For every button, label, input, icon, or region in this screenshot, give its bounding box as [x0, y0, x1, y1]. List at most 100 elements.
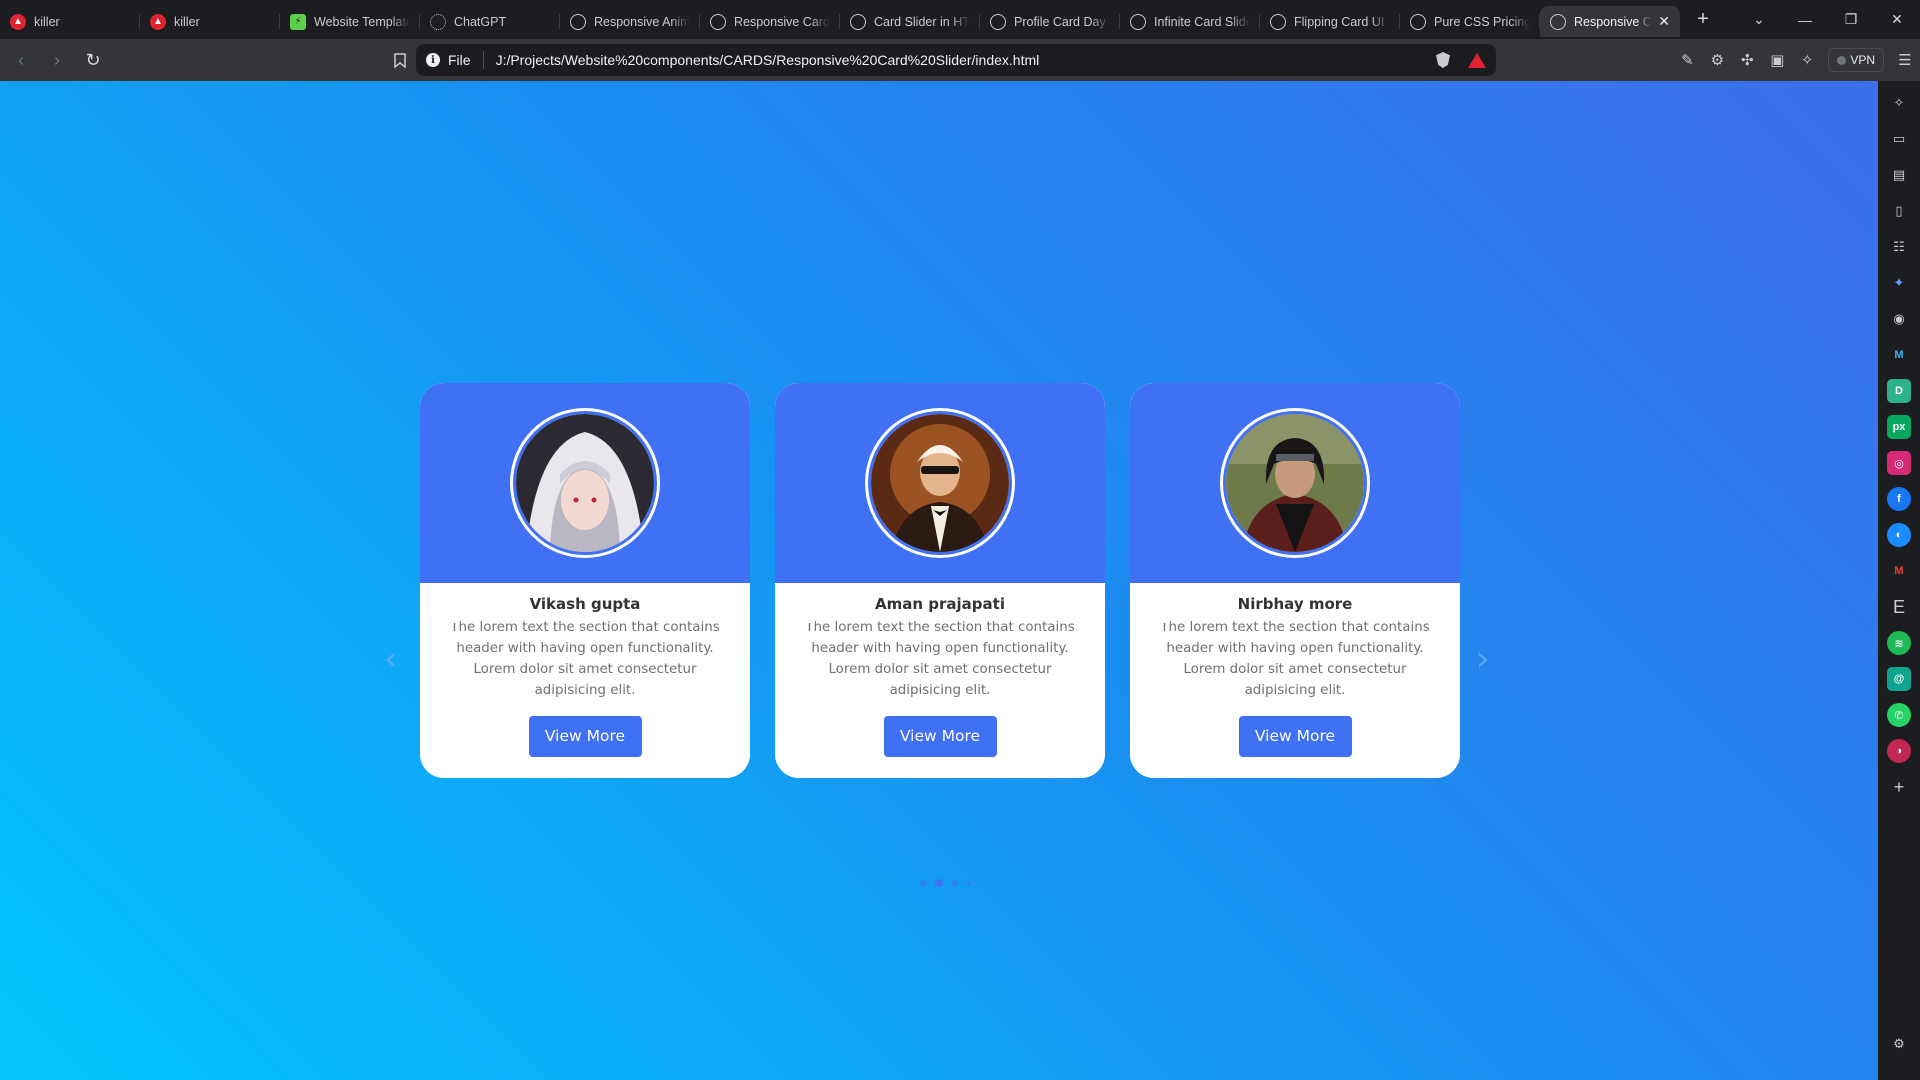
gemini-icon[interactable]: ✦ [1887, 271, 1911, 295]
tab-title: Responsive Card Slider [1574, 14, 1652, 29]
card-description: The lorem text the section that contains… [1160, 620, 1430, 698]
app-icon[interactable]: @ [1887, 667, 1911, 691]
tab[interactable]: Profile Card Day [980, 6, 1120, 37]
browser-toolbar: ‹ › ↻ i File J:/Projects/Website%20compo… [0, 39, 1920, 81]
tab[interactable]: ▲ killer [140, 6, 280, 37]
tab[interactable]: Card Slider in HTML [840, 6, 980, 37]
media-icon[interactable]: ▭ [1887, 127, 1911, 151]
pagination-dot-active[interactable] [935, 879, 943, 887]
tab-list: ▲ killer ▲ killer ⚡ Website Templates ChatG… [0, 0, 1680, 39]
whatsapp-icon[interactable]: ✆ [1887, 703, 1911, 727]
bookmark-icon[interactable] [386, 45, 414, 75]
extension-icon[interactable]: ⚙ [1702, 51, 1732, 69]
vpn-label: VPN [1850, 53, 1875, 67]
window-controls: ⌄ — ❐ ✕ [1736, 0, 1920, 39]
avatar [1220, 408, 1370, 558]
messenger-icon[interactable]: ◐ [1887, 523, 1911, 547]
leo-ai-icon[interactable]: ✧ [1792, 51, 1822, 69]
tab[interactable]: ⚡ Website Templates [280, 6, 420, 37]
vpn-button[interactable]: VPN [1828, 48, 1884, 72]
pagination-dot[interactable] [952, 880, 958, 886]
malwarebytes-icon[interactable]: M [1887, 343, 1911, 367]
pagination-dot[interactable] [967, 881, 971, 885]
prev-arrow-button[interactable]: ‹ [384, 641, 404, 677]
settings-gear-icon[interactable]: ⚙ [1887, 1032, 1911, 1056]
spotify-icon[interactable]: ≋ [1887, 631, 1911, 655]
view-more-button[interactable]: View More [883, 716, 997, 757]
puzzle-icon[interactable]: ✣ [1732, 51, 1762, 69]
tab[interactable]: ChatGPT [420, 6, 560, 37]
wallet-icon[interactable]: ▤ [1887, 163, 1911, 187]
px-icon[interactable]: px [1887, 415, 1911, 439]
leo-icon[interactable]: ✧ [1887, 91, 1911, 115]
tab-strip: ▲ killer ▲ killer ⚡ Website Templates ChatG… [0, 0, 1920, 39]
tab-search-icon[interactable]: ⌄ [1736, 11, 1782, 28]
card-body: Aman prajapati The lorem text the sectio… [775, 583, 1105, 778]
globe-icon [990, 13, 1006, 30]
brave-rewards-icon[interactable] [1468, 52, 1486, 68]
new-tab-button[interactable]: + [1688, 5, 1718, 35]
instagram-icon[interactable]: ◎ [1887, 451, 1911, 475]
address-bar-actions [1436, 44, 1486, 76]
tab-title: Pure CSS Pricing [1434, 14, 1530, 29]
card-name: Vikash gupta [529, 595, 641, 613]
avatar-image [1223, 411, 1367, 555]
minimize-icon[interactable]: — [1782, 12, 1828, 28]
tab-title: killer [34, 14, 60, 29]
slider-pagination [920, 879, 971, 887]
globe-icon [1410, 13, 1426, 30]
brave-red-icon: ▲ [10, 13, 26, 30]
view-more-button[interactable]: View More [528, 716, 642, 757]
brave-shields-icon[interactable] [1436, 52, 1450, 68]
app-icon[interactable]: D [1887, 379, 1911, 403]
tab-title: Flipping Card UI [1294, 14, 1385, 29]
menu-icon[interactable]: ☰ [1890, 51, 1920, 69]
globe-icon [1130, 13, 1146, 30]
tab[interactable]: Responsive Card [700, 6, 840, 37]
close-tab-icon[interactable]: ✕ [1658, 13, 1670, 30]
browser-sidebar: ✧ ▭ ▤ ▯ ☷ ✦ ◉ M D px ◎ f ◐ M E ≋ @ ✆ ◑ +… [1878, 81, 1920, 1080]
eyedropper-icon[interactable]: ✎ [1672, 51, 1702, 69]
bookmarks-icon[interactable]: ▯ [1887, 199, 1911, 223]
card-description: The lorem text the section that contains… [450, 620, 720, 698]
url-text[interactable]: J:/Projects/Website%20components/CARDS/R… [496, 52, 1040, 68]
tab-title: Website Templates [314, 14, 410, 29]
app-icon[interactable]: ◑ [1887, 739, 1911, 763]
tab-active[interactable]: Responsive Card Slider ✕ [1540, 6, 1680, 37]
avatar-image [513, 411, 657, 555]
app-icon[interactable]: ◉ [1887, 307, 1911, 331]
avatar [865, 408, 1015, 558]
tab-title: Responsive Animation [594, 14, 690, 29]
url-scheme-label: File [448, 52, 471, 68]
toolbar-actions: ✎ ⚙ ✣ ▣ ✧ VPN ☰ [1672, 39, 1920, 81]
tab-title: ChatGPT [454, 14, 507, 29]
add-panel-icon[interactable]: + [1887, 775, 1911, 799]
facebook-icon[interactable]: f [1887, 487, 1911, 511]
reload-button[interactable]: ↻ [78, 45, 108, 75]
pagination-dot[interactable] [920, 880, 926, 886]
globe-icon [710, 13, 726, 30]
brave-red-icon: ▲ [150, 13, 166, 30]
forward-button[interactable]: › [42, 45, 72, 75]
window-close-icon[interactable]: ✕ [1874, 11, 1920, 28]
app-e-icon[interactable]: E [1887, 595, 1911, 619]
globe-icon [570, 13, 586, 30]
back-button[interactable]: ‹ [6, 45, 36, 75]
address-bar[interactable]: i File J:/Projects/Website%20components/… [416, 44, 1496, 76]
reading-list-icon[interactable]: ☷ [1887, 235, 1911, 259]
tab-title: Profile Card Day [1014, 14, 1106, 29]
tab[interactable]: Infinite Card Slider [1120, 6, 1260, 37]
card-body: Vikash gupta The lorem text the section … [420, 583, 750, 778]
wallet-icon[interactable]: ▣ [1762, 51, 1792, 69]
chatgpt-icon [430, 13, 446, 30]
card-slider: Vikash gupta The lorem text the section … [420, 383, 1460, 778]
tab[interactable]: Responsive Animation [560, 6, 700, 37]
gmail-icon[interactable]: M [1887, 559, 1911, 583]
tab[interactable]: Flipping Card UI [1260, 6, 1400, 37]
tab[interactable]: ▲ killer [0, 6, 140, 37]
tab[interactable]: Pure CSS Pricing [1400, 6, 1540, 37]
restore-icon[interactable]: ❐ [1828, 11, 1874, 28]
view-more-button[interactable]: View More [1238, 716, 1352, 757]
next-arrow-button[interactable]: › [1476, 641, 1496, 677]
info-icon[interactable]: i [426, 53, 440, 67]
